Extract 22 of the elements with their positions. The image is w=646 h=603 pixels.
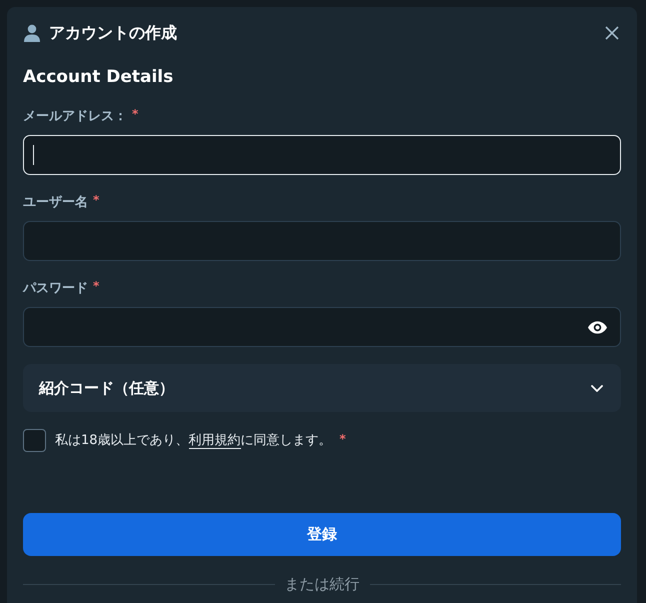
text-cursor-icon [33,145,34,165]
field-label: ユーザー名 [23,194,88,212]
register-button[interactable]: 登録 [23,513,621,556]
email-input-field[interactable] [23,135,621,175]
terms-link[interactable]: 利用規約 [188,432,241,448]
dialog-title: アカウントの作成 [49,22,178,44]
required-mark: * [93,280,100,292]
eye-icon[interactable] [588,320,607,334]
consent-text: 私は18歳以上であり、利用規約に同意します。 [55,432,332,450]
person-icon [23,24,41,42]
password-input-field[interactable] [23,307,621,347]
text-input-field[interactable] [23,221,621,261]
section-title: Account Details [23,66,174,88]
required-mark: * [132,108,138,120]
required-mark: * [340,432,346,444]
required-mark: * [93,194,100,206]
field-label: パスワード [23,280,88,298]
divider-text: または続行 [284,574,360,594]
field-label: メールアドレス： [23,108,127,126]
close-icon[interactable] [605,26,619,40]
referral-code-toggle[interactable]: 紹介コード（任意） [23,364,621,412]
checkbox[interactable] [23,429,46,452]
